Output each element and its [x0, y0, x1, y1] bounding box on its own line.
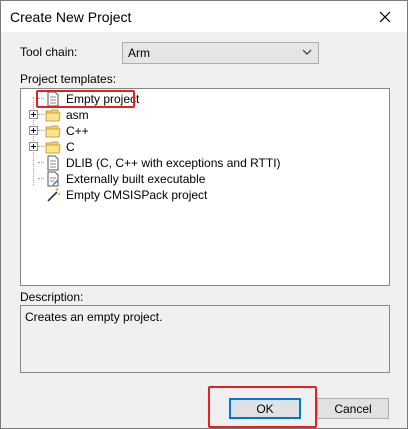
toolchain-select[interactable]: Arm: [122, 42, 319, 64]
highlight-box-ok: [208, 386, 317, 428]
tree-item-label: Externally built executable: [66, 172, 206, 186]
tree-item-label: C++: [66, 124, 89, 138]
tree-item-label: DLIB (C, C++ with exceptions and RTTI): [66, 156, 281, 170]
tree-item-external-exe[interactable]: Externally built executable: [21, 171, 381, 187]
tree-item-dlib[interactable]: DLIB (C, C++ with exceptions and RTTI): [21, 155, 381, 171]
tree-connector: [38, 146, 44, 147]
description-text: Creates an empty project.: [25, 310, 163, 324]
tree-connector: [38, 178, 44, 179]
folder-icon: [45, 125, 61, 138]
tree-item-c[interactable]: C: [21, 139, 381, 155]
tree-connector: [38, 114, 44, 115]
tree-item-asm[interactable]: asm: [21, 107, 381, 123]
dialog-title: Create New Project: [10, 9, 132, 25]
expand-icon[interactable]: [29, 110, 38, 119]
document-icon: [47, 155, 59, 171]
cancel-button[interactable]: Cancel: [317, 398, 389, 419]
expand-icon[interactable]: [29, 126, 38, 135]
tree-item-label: C: [66, 140, 75, 154]
tree-item-label: asm: [66, 108, 89, 122]
tree-item-label: Empty CMSISPack project: [66, 188, 208, 202]
templates-label: Project templates:: [20, 72, 117, 86]
description-box: Creates an empty project.: [20, 305, 390, 373]
highlight-box-empty-project: [36, 90, 135, 108]
toolchain-value: Arm: [128, 46, 150, 60]
wand-icon: [47, 188, 60, 202]
folder-icon: [45, 141, 61, 154]
chevron-down-icon: [302, 49, 312, 55]
close-icon: [379, 11, 391, 22]
tree-connector: [38, 162, 44, 163]
create-project-dialog: Create New Project Tool chain: Arm Proje…: [0, 0, 408, 429]
title-bar: Create New Project: [1, 1, 407, 32]
description-label: Description:: [20, 290, 84, 304]
templates-tree[interactable]: Empty project asm C++ C DLIB (C, C++ wit…: [20, 88, 390, 286]
document-edit-icon: [47, 171, 59, 187]
toolchain-label: Tool chain:: [20, 45, 78, 59]
close-button[interactable]: [363, 1, 407, 32]
folder-icon: [45, 109, 61, 122]
expand-icon[interactable]: [29, 142, 38, 151]
tree-item-cmsis-pack[interactable]: Empty CMSISPack project: [21, 187, 381, 203]
tree-connector: [38, 130, 44, 131]
tree-item-cpp[interactable]: C++: [21, 123, 381, 139]
